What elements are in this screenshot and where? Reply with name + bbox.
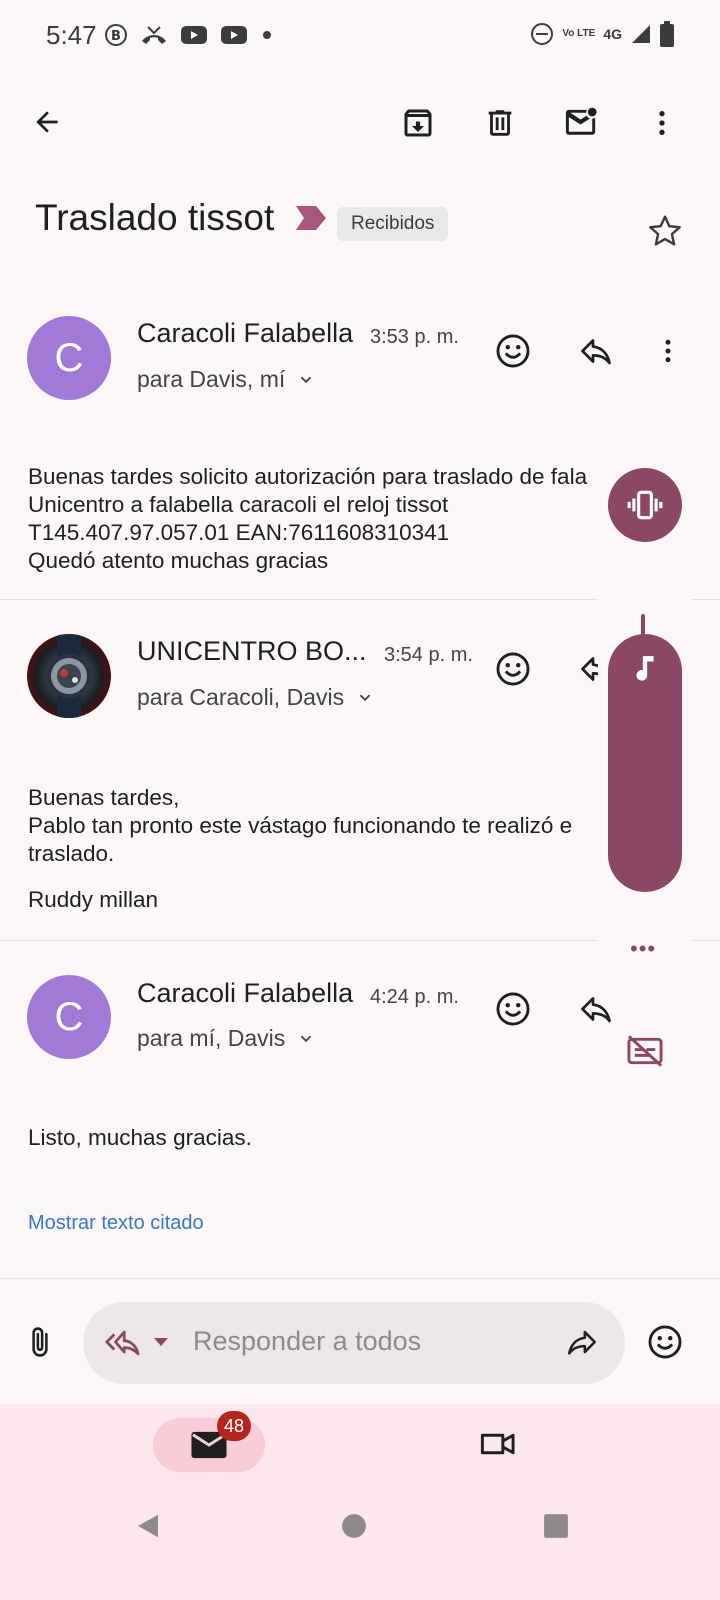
battery-icon xyxy=(660,21,674,47)
avatar[interactable]: C xyxy=(27,316,111,400)
media-volume-slider[interactable] xyxy=(608,634,682,892)
chevron-down-icon xyxy=(301,376,312,383)
do-not-disturb-icon xyxy=(531,23,554,45)
status-time: 5:47 xyxy=(46,20,97,50)
music-note-icon xyxy=(636,656,654,681)
attach-button[interactable] xyxy=(12,1314,68,1370)
more-notifications-dot-icon xyxy=(263,31,271,39)
live-caption-off-icon[interactable] xyxy=(626,1034,664,1068)
show-quoted-text-link[interactable]: Mostrar texto citado xyxy=(28,1212,204,1235)
recipients-text: para Davis, mí xyxy=(137,366,286,392)
message-body: Listo, muchas gracias. xyxy=(28,1125,252,1150)
star-icon xyxy=(649,215,681,246)
thread-subject: Traslado tissot xyxy=(35,197,275,238)
emoji-icon xyxy=(648,1325,682,1359)
emoji-icon xyxy=(496,652,530,686)
avatar[interactable]: C xyxy=(27,975,111,1059)
divider xyxy=(0,1278,720,1279)
nav-meet-tab[interactable] xyxy=(469,1416,525,1472)
archive-icon xyxy=(404,109,432,137)
mark-unread-icon xyxy=(565,107,597,135)
system-back-button[interactable] xyxy=(120,1498,176,1554)
missed-call-icon xyxy=(142,26,166,44)
emoji-icon xyxy=(496,334,530,368)
home-circle-icon xyxy=(342,1514,366,1538)
reply-icon xyxy=(581,339,611,365)
status-notification-icons: B xyxy=(104,20,274,50)
message-time: 3:54 p. m. xyxy=(384,644,473,666)
reply-button[interactable] xyxy=(572,985,620,1033)
reply-all-icon xyxy=(105,1330,140,1356)
important-marker-icon[interactable] xyxy=(296,206,326,230)
unread-count-badge: 48 xyxy=(217,1411,251,1441)
sender-name[interactable]: Caracoli Falabella xyxy=(137,978,353,1009)
system-home-button[interactable] xyxy=(326,1498,382,1554)
arrow-back-icon xyxy=(36,111,58,133)
back-button[interactable] xyxy=(19,94,75,150)
recipients-toggle[interactable]: para mí, Davis xyxy=(137,1025,317,1052)
status-system-icons: Vo LTE 4G xyxy=(530,18,674,50)
message-time: 4:24 p. m. xyxy=(370,986,459,1008)
triangle-back-icon xyxy=(138,1514,158,1538)
chevron-down-icon xyxy=(301,1035,312,1042)
volte-indicator: Vo LTE xyxy=(562,28,596,39)
youtube-icon xyxy=(221,26,247,44)
recipients-text: para Caracoli, Davis xyxy=(137,684,345,710)
chevron-down-icon xyxy=(359,694,371,701)
recipients-text: para mí, Davis xyxy=(137,1025,286,1051)
reply-button[interactable] xyxy=(572,327,620,375)
more-vert-icon xyxy=(665,339,671,363)
system-recents-button[interactable] xyxy=(528,1498,584,1554)
reply-placeholder: Responder a todos xyxy=(193,1326,422,1356)
message-time: 3:53 p. m. xyxy=(370,326,459,348)
label-chip[interactable]: Recibidos xyxy=(337,207,449,241)
caret-down-icon xyxy=(154,1338,168,1346)
avatar[interactable] xyxy=(27,634,111,718)
network-type: 4G xyxy=(603,26,622,42)
volume-settings-button[interactable]: ••• xyxy=(630,936,656,962)
star-button[interactable] xyxy=(637,203,693,259)
b-app-icon: B xyxy=(105,24,127,46)
add-reaction-button[interactable] xyxy=(489,985,537,1033)
add-reaction-button[interactable] xyxy=(489,645,537,693)
recipients-toggle[interactable]: para Davis, mí xyxy=(137,366,317,393)
ringer-mode-button[interactable] xyxy=(608,468,682,542)
svg-text:B: B xyxy=(111,29,121,44)
youtube-icon xyxy=(181,26,207,44)
reply-mode-dropdown[interactable] xyxy=(104,1324,176,1360)
watch-photo-icon xyxy=(47,634,91,718)
message-more-button[interactable] xyxy=(644,327,692,375)
reply-icon xyxy=(581,997,611,1023)
sender-name[interactable]: Caracoli Falabella xyxy=(137,318,353,349)
vibrate-icon xyxy=(627,490,663,520)
forward-icon xyxy=(567,1330,597,1355)
mark-unread-button[interactable] xyxy=(554,95,610,151)
trash-icon xyxy=(488,110,512,136)
emoji-button[interactable] xyxy=(637,1314,693,1370)
paperclip-icon xyxy=(32,1327,48,1357)
more-vert-icon xyxy=(659,111,665,135)
forward-button[interactable] xyxy=(554,1314,610,1370)
sender-name[interactable]: UNICENTRO BO... xyxy=(137,636,367,667)
emoji-icon xyxy=(496,992,530,1026)
recents-square-icon xyxy=(544,1514,568,1538)
add-reaction-button[interactable] xyxy=(489,327,537,375)
recipients-toggle[interactable]: para Caracoli, Davis xyxy=(137,684,376,711)
video-camera-icon xyxy=(480,1433,515,1455)
delete-button[interactable] xyxy=(472,95,528,151)
signal-icon xyxy=(632,25,650,43)
archive-button[interactable] xyxy=(390,95,446,151)
more-options-button[interactable] xyxy=(634,95,690,151)
